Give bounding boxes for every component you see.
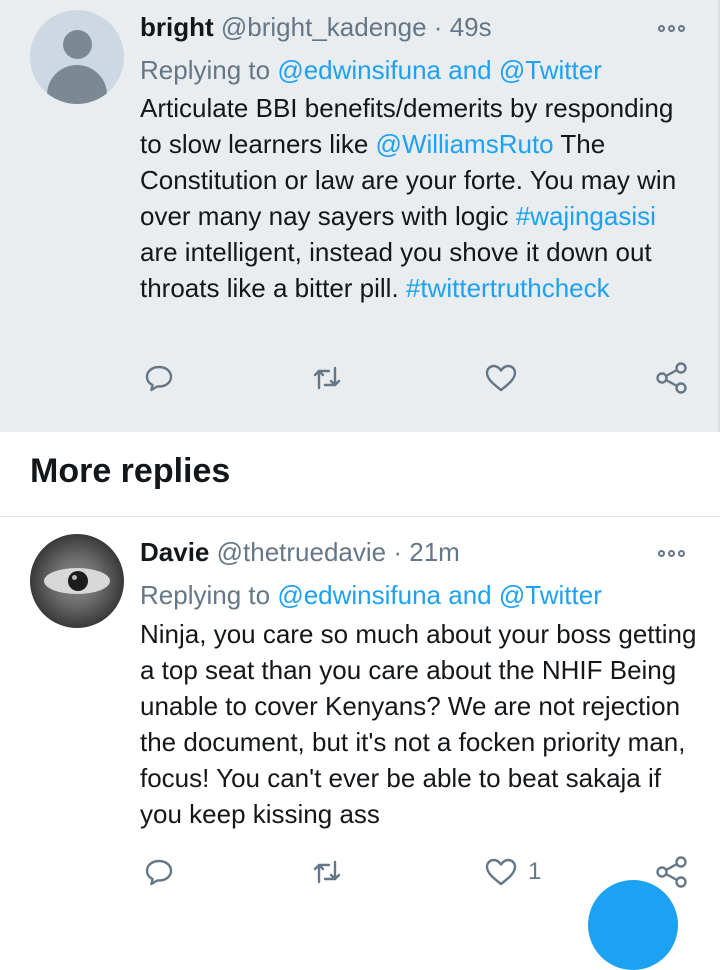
separator-dot: ·	[393, 537, 403, 567]
retweet-arrows-icon	[313, 860, 341, 884]
user-handle[interactable]: @bright_kadenge	[221, 12, 427, 42]
share-button[interactable]	[655, 852, 689, 892]
retweet-button[interactable]	[310, 852, 344, 892]
eye-iris-shape	[68, 571, 88, 591]
share-button[interactable]	[655, 358, 689, 398]
avatar-head-shape	[63, 30, 92, 59]
replying-to: Replying to @edwinsifuna and @Twitter	[140, 55, 602, 86]
reply-button[interactable]	[143, 358, 175, 398]
compose-tweet-button[interactable]	[588, 880, 678, 970]
like-count: 1	[528, 858, 542, 885]
display-name[interactable]: bright	[140, 12, 214, 42]
tweet-bright[interactable]: bright @bright_kadenge · 49s Replying to…	[0, 0, 720, 432]
default-avatar[interactable]	[30, 10, 124, 104]
heart-icon	[485, 364, 517, 392]
mention-link[interactable]: @Twitter	[499, 55, 602, 85]
replying-and[interactable]: and	[448, 55, 491, 85]
replying-prefix: Replying to	[140, 55, 271, 85]
timestamp[interactable]: 49s	[450, 12, 492, 42]
user-avatar[interactable]	[30, 534, 124, 628]
user-handle[interactable]: @thetruedavie	[217, 537, 387, 567]
divider	[0, 516, 720, 517]
section-title: More replies	[30, 452, 231, 490]
heart-icon	[485, 858, 517, 886]
speech-bubble-icon	[145, 859, 173, 886]
timestamp[interactable]: 21m	[409, 537, 460, 567]
more-options-icon[interactable]	[658, 22, 692, 34]
retweet-button[interactable]	[310, 358, 344, 398]
tweet-text: Articulate BBI benefits/demerits by resp…	[140, 90, 700, 306]
more-options-icon[interactable]	[658, 547, 692, 559]
separator-dot: ·	[433, 12, 443, 42]
avatar-body-shape	[47, 65, 107, 104]
eye-glint-shape	[72, 575, 77, 580]
mention-link[interactable]: @WilliamsRuto	[376, 129, 554, 159]
mention-link[interactable]: @edwinsifuna	[277, 580, 441, 610]
share-nodes-icon	[656, 856, 687, 888]
replying-and[interactable]: and	[448, 580, 491, 610]
hashtag-link[interactable]: #twittertruthcheck	[406, 273, 610, 303]
reply-button[interactable]	[143, 852, 175, 892]
tweet-actions	[0, 358, 720, 398]
retweet-arrows-icon	[313, 366, 341, 390]
speech-bubble-icon	[145, 365, 173, 392]
display-name[interactable]: Davie	[140, 537, 209, 567]
like-button[interactable]	[484, 358, 518, 398]
mention-link[interactable]: @Twitter	[499, 580, 602, 610]
replying-prefix: Replying to	[140, 580, 271, 610]
hashtag-link[interactable]: #wajingasisi	[516, 201, 656, 231]
like-button[interactable]: 1	[484, 852, 541, 892]
mention-link[interactable]: @edwinsifuna	[277, 55, 441, 85]
replying-to: Replying to @edwinsifuna and @Twitter	[140, 580, 602, 611]
share-nodes-icon	[656, 362, 687, 394]
tweet-header: Davie @thetruedavie · 21m	[140, 537, 460, 568]
tweet-header: bright @bright_kadenge · 49s	[140, 12, 492, 43]
tweet-text: Ninja, you care so much about your boss …	[140, 619, 697, 829]
